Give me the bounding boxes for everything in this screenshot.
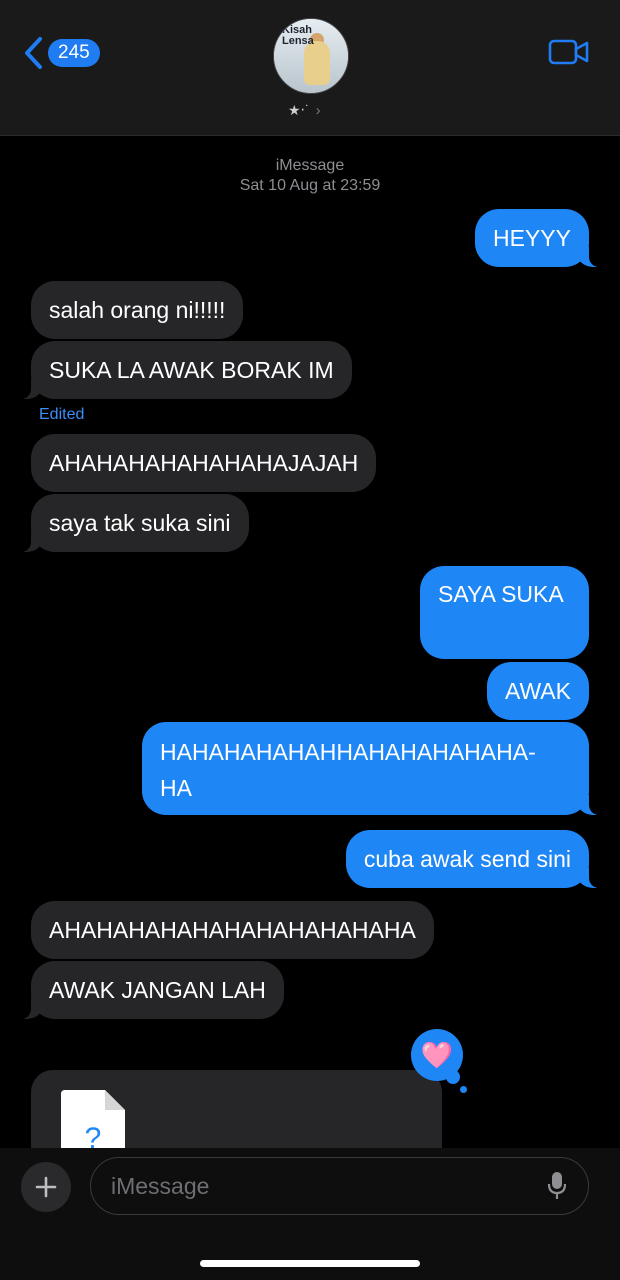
dictation-button[interactable] [547, 1171, 567, 1206]
thread-service-label: iMessage [275, 157, 345, 174]
message-input[interactable] [109, 1158, 533, 1215]
facetime-video-button[interactable] [548, 38, 590, 71]
avatar-brand-text: Kisah Lensa [282, 24, 314, 47]
chevron-left-icon [25, 37, 42, 69]
microphone-icon [547, 1172, 567, 1199]
contact-name-button[interactable]: ★‧˙ › [288, 102, 321, 119]
message-bubble-incoming[interactable]: saya tak suka sini [11, 494, 249, 552]
thread-timestamp: Sat 10 Aug at 23:59 [239, 177, 381, 194]
message-input-container [90, 1157, 589, 1215]
unread-count-badge: 245 [48, 39, 100, 67]
message-bubble-incoming[interactable]: SUKA LA AWAK BORAK IM [11, 341, 352, 399]
chevron-right-icon: › [315, 102, 321, 119]
message-bubble-incoming[interactable]: AHAHAHAHAHAHAHAHAHAHAHA [31, 901, 434, 959]
message-bubble-outgoing[interactable]: cuba awak send sini [345, 830, 610, 888]
pink-heart-icon: 🩷 [420, 1039, 454, 1070]
message-bubble-outgoing[interactable]: SAYA SUKA [420, 566, 589, 659]
video-camera-icon [548, 39, 589, 65]
message-bubble-outgoing[interactable]: HAHAHAHAHAHHAHAHAHAHAHA- HA [142, 722, 609, 815]
contact-name: ★‧˙ [288, 102, 310, 118]
contact-avatar[interactable]: Kisah Lensa [273, 18, 349, 94]
conversation-header: 245 Kisah Lensa ★‧˙ › [0, 0, 620, 136]
message-bubble-incoming[interactable]: AHAHAHAHAHAHAHAJAJAH [31, 434, 377, 492]
back-button[interactable]: 245 [22, 34, 100, 72]
add-attachment-button[interactable] [21, 1162, 71, 1212]
home-indicator[interactable] [200, 1260, 420, 1267]
message-bubble-outgoing[interactable]: HEYYY [475, 209, 609, 267]
message-bubble-incoming[interactable]: AWAK JANGAN LAH [11, 961, 284, 1019]
message-bubble-incoming[interactable]: salah orang ni!!!!! [31, 281, 244, 339]
edited-label[interactable]: Edited [39, 406, 84, 424]
plus-icon [35, 1176, 57, 1198]
message-bubble-outgoing[interactable]: AWAK [486, 662, 589, 720]
